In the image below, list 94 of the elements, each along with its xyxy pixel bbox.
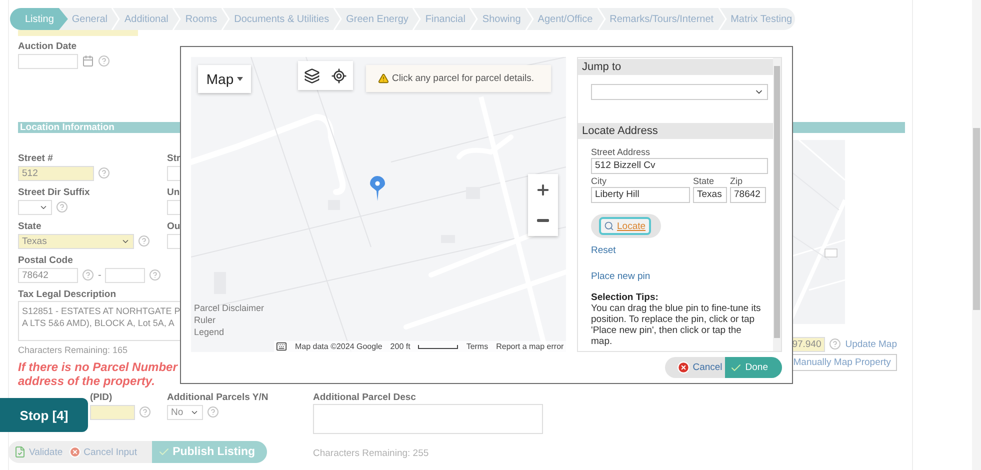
input-field[interactable] [90,404,135,420]
layers-icon[interactable] [304,68,320,84]
action-button[interactable]: Publish Listing [152,441,267,463]
field-label: Street Dir Suffix [18,187,90,199]
locate-button[interactable]: Locate [599,217,651,235]
field-label: State [18,221,42,233]
help-icon[interactable] [829,338,842,350]
tips-text: You can drag the blue pin to fine-tune its position. To replace the pin, click or tap 'Place new pin', then click or tap the map. [591,303,762,347]
tab[interactable]: Matrix Testing [726,8,795,30]
caret-icon [236,77,243,81]
field-label: Auction Date [18,41,77,53]
attribution-text: Map data ©2024 Google [295,342,382,351]
scrollbar-thumb[interactable] [973,128,980,310]
scale-text: 200 ft [390,342,410,351]
panel-header: Locate Address [578,123,773,139]
stop-button[interactable]: Stop [4] [0,398,88,432]
field-label: Additional Parcel Desc [313,392,416,404]
field-label: Additional Parcels Y/N [167,392,268,404]
character-count: Characters Remaining: 255 [313,448,429,459]
input-field[interactable]: 512 [18,166,94,180]
tab-separator [111,8,120,30]
help-icon[interactable] [56,201,68,213]
dropdown[interactable]: No [167,404,203,420]
field-label: Un [167,187,180,199]
field-label: Postal Code [18,255,73,267]
input-field[interactable]: 78642 [18,268,78,282]
place-pin-link[interactable]: Place new pin [591,271,650,282]
dropdown[interactable] [591,84,768,100]
tab[interactable]: Listing [10,8,68,30]
tab[interactable]: Additional [120,8,172,30]
cancel-icon [676,361,690,374]
scale-bar [418,344,458,348]
field-label: Ou [167,221,180,233]
help-icon[interactable] [82,269,94,281]
field-label: (PID) [90,392,112,404]
tab[interactable]: Financial [421,8,470,30]
help-icon[interactable] [98,167,110,179]
text-area[interactable] [313,404,543,434]
field-label: Zip [730,176,744,187]
calendar-icon[interactable] [82,55,94,67]
field-label: Street Address [591,147,652,158]
tab[interactable]: Documents & Utilities [230,8,334,30]
panel-header: Jump to [578,59,773,75]
notice-text: Click any parcel for parcel details. [392,73,534,84]
tab[interactable]: Remarks/Tours/Internet [606,8,718,30]
input-field[interactable] [18,30,138,36]
help-icon[interactable] [149,269,162,281]
tab[interactable]: Rooms [181,8,222,30]
input-field[interactable] [105,268,146,282]
check-icon [158,446,170,458]
field-label: City [591,176,608,187]
input-field[interactable]: Texas [693,187,727,203]
help-icon[interactable] [139,406,151,418]
tab[interactable]: General [68,8,112,30]
separator-text: - [98,270,102,280]
action-button[interactable]: Cancel Input [62,441,137,463]
cancel-icon [68,446,81,458]
document-check-icon [14,446,26,458]
minus-icon [537,219,549,222]
action-button[interactable]: Validate [8,441,63,463]
scrollbar-thumb[interactable] [774,66,780,338]
dropdown[interactable] [18,200,52,214]
field-label: State [693,176,716,187]
field-label: Tax Legal Description [18,289,116,301]
terms-link[interactable]: Terms [466,342,488,351]
field-label: Str [167,153,180,165]
reset-link[interactable]: Reset [591,245,616,256]
date-field[interactable] [18,54,78,68]
tab[interactable]: Showing [478,8,525,30]
input-field[interactable]: 512 Bizzell Cv [591,158,768,174]
tips-title: Selection Tips: [591,292,660,303]
help-icon[interactable] [207,406,219,418]
done-button[interactable]: Done [725,357,782,378]
update-map-link[interactable]: Update Map [845,338,898,350]
cancel-button[interactable]: Cancel [664,357,726,378]
help-icon[interactable] [98,55,110,67]
input-field[interactable]: 78642 [730,187,766,203]
map-pin-icon[interactable] [370,176,385,201]
search-icon [604,221,614,231]
locate-icon[interactable] [331,68,348,84]
report-link[interactable]: Report a map error [496,342,564,351]
dropdown[interactable]: Texas [18,234,134,248]
character-count: Characters Remaining: 165 [18,345,128,357]
map-type-button[interactable]: Map [198,65,251,93]
input-field[interactable]: Liberty Hill [591,187,690,203]
help-icon[interactable] [138,235,150,247]
warning-text: If there is no Parcel Number address of the property. [18,360,178,388]
warning-icon [378,73,389,84]
tab[interactable]: Green Energy [342,8,412,30]
field-label: Street # [18,153,53,165]
tab[interactable]: Agent/Office [534,8,597,30]
check-icon [730,362,742,374]
keyboard-icon[interactable] [276,341,287,352]
plus-icon [535,182,551,198]
